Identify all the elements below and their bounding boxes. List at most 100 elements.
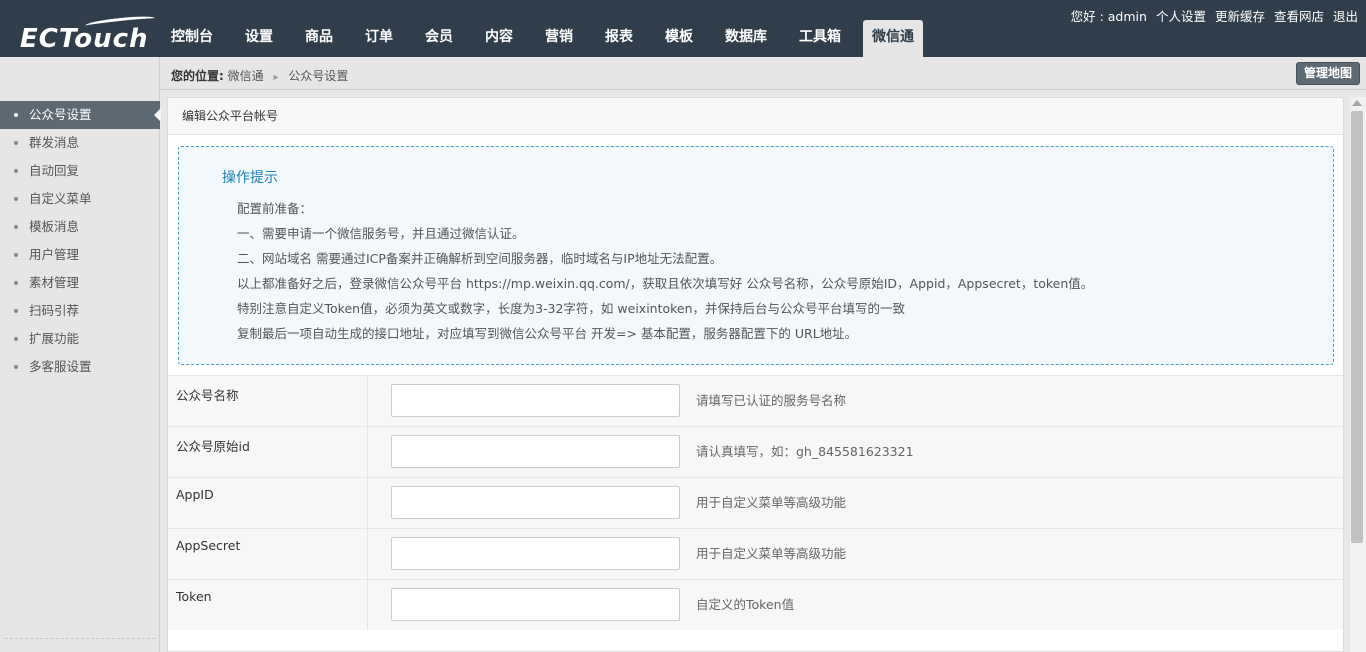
appsecret-input[interactable] (391, 537, 680, 570)
main-nav: 控制台 设置 商品 订单 会员 内容 营销 报表 模板 数据库 工具箱 微信通 (155, 20, 923, 57)
bullet-icon (14, 169, 18, 173)
bullet-icon (14, 113, 18, 117)
tips-title: 操作提示 (222, 170, 278, 186)
scrollbar-thumb[interactable] (1351, 111, 1363, 543)
nav-orders[interactable]: 订单 (349, 20, 409, 57)
tip-line: 以上都准备好之后，登录微信公众号平台 https://mp.weixin.qq.… (237, 276, 1094, 291)
logout-link[interactable]: 退出 (1333, 6, 1358, 25)
nav-marketing[interactable]: 营销 (529, 20, 589, 57)
sidebar-item-qr-referral[interactable]: 扫码引荐 (0, 297, 160, 325)
sidebar-item-template-message[interactable]: 模板消息 (0, 213, 160, 241)
sidebar-item-user-management[interactable]: 用户管理 (0, 241, 160, 269)
bullet-icon (14, 365, 18, 369)
logo-text: ECTouch (20, 24, 149, 54)
tips-list: 配置前准备： 一、需要申请一个微信服务号，并且通过微信认证。 二、网站域名 需要… (237, 196, 1093, 346)
view-store-link[interactable]: 查看网店 (1274, 6, 1324, 25)
nav-content[interactable]: 内容 (469, 20, 529, 57)
sidebar-item-label: 素材管理 (29, 275, 80, 290)
nav-members[interactable]: 会员 (409, 20, 469, 57)
refresh-cache-link[interactable]: 更新缓存 (1215, 6, 1265, 25)
tip-line: 二、网站域名 需要通过ICP备案并正确解析到空间服务器，临时域名与IP地址无法配… (237, 251, 723, 266)
sidebar-item-auto-reply[interactable]: 自动回复 (0, 157, 160, 185)
sidebar-menu: 公众号设置 群发消息 自动回复 自定义菜单 模板消息 用户管理 素材管理 扫码引… (0, 101, 161, 381)
sidebar-item-label: 群发消息 (29, 135, 80, 150)
form-row-token: Token 自定义的Token值 (168, 579, 1343, 630)
form-row-account-name: 公众号名称 请填写已认证的服务号名称 (168, 375, 1343, 426)
sidebar-item-label: 扫码引荐 (29, 303, 80, 318)
sidebar-item-customer-service[interactable]: 多客服设置 (0, 353, 160, 381)
tip-line: 复制最后一项自动生成的接口地址，对应填写到微信公众号平台 开发=> 基本配置，服… (237, 326, 858, 341)
token-input[interactable] (391, 588, 680, 621)
tips-box: 操作提示 配置前准备： 一、需要申请一个微信服务号，并且通过微信认证。 二、网站… (178, 146, 1334, 365)
field-hint: 用于自定义菜单等高级功能 (696, 495, 847, 510)
bullet-icon (14, 197, 18, 201)
panel-title: 编辑公众平台帐号 (168, 98, 1343, 135)
user-links: 您好 : admin 个人设置 更新缓存 查看网店 退出 (1071, 6, 1358, 25)
tip-line: 配置前准备： (237, 201, 313, 216)
breadcrumb-prefix: 您的位置: (171, 69, 224, 83)
nav-toolbox[interactable]: 工具箱 (783, 20, 857, 57)
ectouch-logo[interactable]: ECTouch (20, 14, 156, 54)
field-cell: 用于自定义菜单等高级功能 (368, 529, 1343, 579)
account-name-input[interactable] (391, 384, 680, 417)
field-cell: 请认真填写，如：gh_845581623321 (368, 427, 1343, 477)
form-row-original-id: 公众号原始id 请认真填写，如：gh_845581623321 (168, 426, 1343, 477)
bullet-icon (14, 337, 18, 341)
breadcrumb-bar: 您的位置: 微信通 ▸ 公众号设置 管理地图 (160, 57, 1366, 90)
field-label: 公众号名称 (168, 376, 368, 426)
form-row-appid: AppID 用于自定义菜单等高级功能 (168, 477, 1343, 528)
tip-line: 特别注意自定义Token值，必须为英文或数字，长度为3-32字符，如 weixi… (237, 301, 906, 316)
personal-settings-link[interactable]: 个人设置 (1156, 6, 1206, 25)
account-form: 公众号名称 请填写已认证的服务号名称 公众号原始id 请认真填写，如：gh_84… (168, 375, 1343, 630)
sidebar-item-label: 公众号设置 (29, 107, 92, 122)
main-panel: 编辑公众平台帐号 操作提示 配置前准备： 一、需要申请一个微信服务号，并且通过微… (167, 97, 1344, 652)
sidebar-item-label: 用户管理 (29, 247, 80, 262)
sidebar: 公众号设置 群发消息 自动回复 自定义菜单 模板消息 用户管理 素材管理 扫码引… (0, 57, 161, 652)
breadcrumb-level2: 公众号设置 (288, 69, 349, 83)
nav-settings[interactable]: 设置 (229, 20, 289, 57)
field-label: Token (168, 580, 368, 630)
bullet-icon (14, 309, 18, 313)
sidebar-footer-divider (5, 638, 155, 652)
bullet-icon (14, 253, 18, 257)
field-hint: 请认真填写，如：gh_845581623321 (696, 444, 914, 459)
nav-reports[interactable]: 报表 (589, 20, 649, 57)
field-label: 公众号原始id (168, 427, 368, 477)
original-id-input[interactable] (391, 435, 680, 468)
scroll-up-arrow-icon[interactable] (1352, 100, 1362, 106)
field-label: AppID (168, 478, 368, 528)
bullet-icon (14, 141, 18, 145)
sidebar-item-label: 多客服设置 (29, 359, 92, 374)
sidebar-item-label: 自定义菜单 (29, 191, 92, 206)
sidebar-item-mass-message[interactable]: 群发消息 (0, 129, 160, 157)
top-bar: ECTouch 控制台 设置 商品 订单 会员 内容 营销 报表 模板 数据库 … (0, 0, 1366, 57)
field-label: AppSecret (168, 529, 368, 579)
breadcrumb: 您的位置: 微信通 ▸ 公众号设置 (171, 67, 348, 84)
tip-line: 一、需要申请一个微信服务号，并且通过微信认证。 (237, 226, 525, 241)
nav-goods[interactable]: 商品 (289, 20, 349, 57)
appid-input[interactable] (391, 486, 680, 519)
form-row-appsecret: AppSecret 用于自定义菜单等高级功能 (168, 528, 1343, 579)
sidebar-item-label: 模板消息 (29, 219, 80, 234)
breadcrumb-level1[interactable]: 微信通 (228, 69, 264, 83)
breadcrumb-separator-icon: ▸ (273, 72, 279, 83)
field-hint: 自定义的Token值 (696, 597, 795, 612)
sidebar-item-account-settings[interactable]: 公众号设置 (0, 101, 161, 129)
sidebar-item-extensions[interactable]: 扩展功能 (0, 325, 160, 353)
bullet-icon (14, 281, 18, 285)
sidebar-item-label: 扩展功能 (29, 331, 80, 346)
field-cell: 自定义的Token值 (368, 580, 1343, 630)
field-cell: 请填写已认证的服务号名称 (368, 376, 1343, 426)
sitemap-button[interactable]: 管理地图 (1295, 62, 1360, 85)
nav-dashboard[interactable]: 控制台 (155, 20, 229, 57)
nav-wechat[interactable]: 微信通 (863, 20, 923, 57)
nav-templates[interactable]: 模板 (649, 20, 709, 57)
field-hint: 请填写已认证的服务号名称 (696, 393, 847, 408)
sidebar-item-custom-menu[interactable]: 自定义菜单 (0, 185, 160, 213)
field-hint: 用于自定义菜单等高级功能 (696, 546, 847, 561)
field-cell: 用于自定义菜单等高级功能 (368, 478, 1343, 528)
greeting-text: 您好 : admin (1070, 9, 1147, 24)
bullet-icon (14, 225, 18, 229)
sidebar-item-media-management[interactable]: 素材管理 (0, 269, 160, 297)
nav-database[interactable]: 数据库 (709, 20, 783, 57)
